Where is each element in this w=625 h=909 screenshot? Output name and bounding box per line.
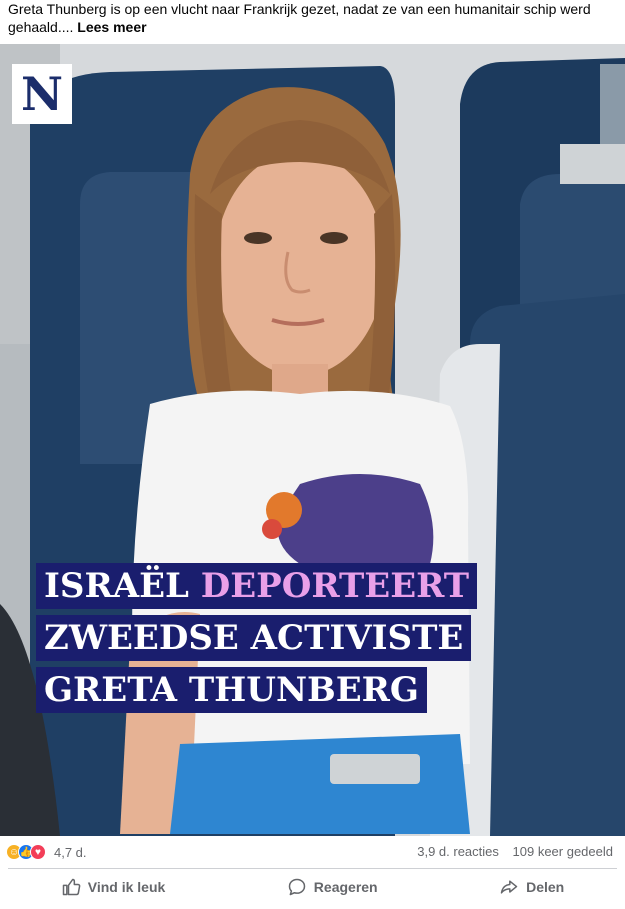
logo-letter: N [20, 67, 64, 121]
post-video[interactable]: N ISRAËL DEPORTEERT ZWEEDSE ACTIVISTE GR… [0, 44, 625, 836]
comment-share-counts: 3,9 d. reacties 109 keer gedeeld [407, 844, 613, 859]
news-logo: N [12, 64, 72, 124]
headline-line-2: ZWEEDSE ACTIVISTE [36, 615, 472, 661]
share-button[interactable]: Delen [487, 873, 576, 901]
headline-line-3: GRETA THUNBERG [36, 667, 427, 713]
headline-overlay: ISRAËL DEPORTEERT ZWEEDSE ACTIVISTE GRET… [36, 563, 478, 719]
comment-bubble-icon [288, 878, 306, 896]
divider [8, 868, 617, 869]
thumbs-up-icon [62, 878, 81, 896]
share-label: Delen [526, 879, 565, 895]
comment-button[interactable]: Reageren [275, 873, 390, 901]
reactions-summary[interactable]: ☺ 👍 ♥ 4,7 d. [6, 844, 87, 860]
love-icon: ♥ [30, 844, 46, 860]
like-button[interactable]: Vind ik leuk [49, 873, 178, 901]
action-bar: Vind ik leuk Reageren Delen [0, 870, 625, 904]
comments-count[interactable]: 3,9 d. reacties [417, 844, 499, 859]
share-arrow-icon [500, 880, 518, 894]
shares-count[interactable]: 109 keer gedeeld [513, 844, 613, 859]
engagement-stats: ☺ 👍 ♥ 4,7 d. 3,9 d. reacties 109 keer ge… [0, 836, 625, 868]
reaction-count: 4,7 d. [54, 844, 87, 860]
like-label: Vind ik leuk [87, 879, 166, 895]
see-more-link[interactable]: Lees meer [77, 19, 146, 35]
post-caption: Greta Thunberg is op een vlucht naar Fra… [8, 0, 608, 36]
headline-line-1: ISRAËL DEPORTEERT [36, 563, 478, 609]
headline-line-1-highlight: DEPORTEERT [200, 566, 470, 606]
headline-line-1-plain: ISRAËL [44, 566, 201, 606]
comment-label: Reageren [313, 879, 378, 895]
